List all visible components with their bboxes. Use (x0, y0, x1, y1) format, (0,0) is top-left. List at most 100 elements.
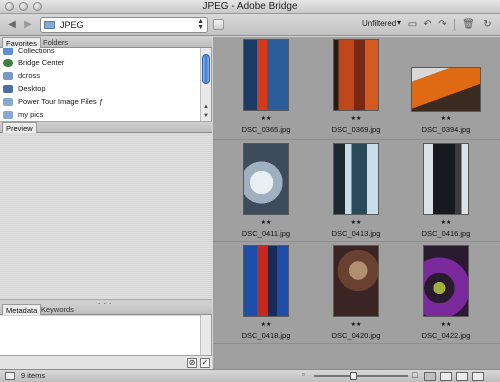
file-name[interactable]: DSC_0365.jpg (221, 125, 311, 134)
parent-folder-button[interactable] (213, 19, 224, 30)
favorite-label: Power Tour Image Files ƒ (18, 97, 103, 106)
file-name[interactable]: DSC_0394.jpg (401, 125, 491, 134)
favorite-item-my-pics[interactable]: my pics (0, 109, 201, 121)
refresh-icon[interactable]: ↻ (481, 18, 494, 31)
slider-knob[interactable] (350, 372, 357, 380)
favorite-item-power-tour[interactable]: Power Tour Image Files ƒ (0, 96, 201, 108)
star-rating[interactable]: ★★ (221, 321, 311, 328)
tab-preview[interactable]: Preview (2, 122, 37, 133)
zoom-in-icon[interactable]: □ (412, 370, 417, 380)
bridge-center-icon (3, 59, 13, 67)
thumbnail-item[interactable]: ★★ DSC_0420.jpg (311, 245, 401, 345)
thumbnail-image[interactable] (243, 143, 289, 215)
scroll-down-icon[interactable]: ▼ (201, 112, 211, 121)
file-name[interactable]: DSC_0418.jpg (221, 331, 311, 340)
preview-tabs: Preview (0, 122, 212, 133)
tab-metadata[interactable]: Metadata (2, 304, 42, 315)
star-rating[interactable]: ★★ (221, 219, 311, 226)
preview-panel (0, 133, 212, 303)
zoom-out-icon[interactable]: ▫ (302, 370, 305, 379)
chevron-down-icon[interactable]: ▾ (397, 18, 401, 27)
toolbar-divider (454, 19, 455, 31)
thumbnail-image[interactable] (333, 143, 379, 215)
star-rating[interactable]: ★★ (401, 321, 491, 328)
star-rating[interactable]: ★★ (221, 115, 311, 122)
folder-icon (3, 98, 13, 106)
status-bar: 9 items ▫ □ (0, 369, 500, 382)
tab-favorites[interactable]: Favorites (2, 37, 41, 48)
tab-keywords[interactable]: Keywords (38, 304, 77, 315)
file-name[interactable]: DSC_0411.jpg (221, 229, 311, 238)
thumbnail-image[interactable] (243, 39, 289, 111)
filmstrip-view-icon[interactable] (472, 372, 484, 381)
trash-icon[interactable]: 🗑 (462, 18, 475, 31)
star-rating[interactable]: ★★ (311, 321, 401, 328)
favorites-folders-tabs: Favorites Folders (0, 37, 212, 48)
thumbnail-item[interactable]: ★★ DSC_0413.jpg (311, 143, 401, 243)
thumbnail-item[interactable]: ★★ DSC_0416.jpg (401, 143, 491, 243)
new-folder-icon[interactable]: ▭ (406, 18, 419, 31)
favorites-list: Collections Bridge Center dcross Desktop… (0, 48, 201, 121)
forward-arrow-icon[interactable]: ▶ (22, 18, 34, 31)
favorite-item-collections[interactable]: Collections (0, 48, 201, 57)
scroll-thumb[interactable] (202, 54, 210, 84)
thumbnail-item[interactable]: ★★ DSC_0422.jpg (401, 245, 491, 345)
favorite-badge: ƒ (98, 97, 103, 106)
metadata-scrollbar[interactable] (200, 315, 211, 355)
thumbnail-image[interactable] (333, 245, 379, 317)
rotate-left-icon[interactable]: ↶ (421, 18, 434, 31)
filter-menu[interactable]: Unfiltered (362, 19, 396, 28)
star-rating[interactable]: ★★ (401, 219, 491, 226)
metadata-keywords-tabs: Metadata Keywords (0, 304, 212, 315)
left-panel: Favorites Folders Collections Bridge Cen… (0, 37, 212, 369)
panel-toggle-icon[interactable] (5, 372, 15, 380)
cancel-icon[interactable]: ⊘ (187, 358, 197, 368)
back-arrow-icon[interactable]: ◀ (6, 18, 18, 31)
star-rating[interactable]: ★★ (311, 115, 401, 122)
collections-icon (3, 48, 13, 55)
thumbnail-item[interactable]: ★★ DSC_0365.jpg (221, 39, 311, 139)
details-view-icon[interactable] (440, 372, 452, 381)
home-folder-icon (3, 72, 13, 80)
thumbnail-image[interactable] (423, 245, 469, 317)
thumbnail-image[interactable] (333, 39, 379, 111)
file-name[interactable]: DSC_0369.jpg (311, 125, 401, 134)
row-divider (213, 139, 500, 140)
tab-folders[interactable]: Folders (40, 37, 71, 48)
thumbnail-item[interactable]: ★★ DSC_0394.jpg (401, 39, 491, 139)
path-dropdown[interactable]: JPEG ▲ ▼ (40, 17, 208, 33)
thumbnail-size-slider[interactable] (314, 375, 408, 377)
metadata-panel (0, 316, 201, 355)
favorite-item-desktop[interactable]: Desktop (0, 83, 201, 95)
file-name[interactable]: DSC_0413.jpg (311, 229, 401, 238)
thumbnail-item[interactable]: ★★ DSC_0369.jpg (311, 39, 401, 139)
window-title: JPEG - Adobe Bridge (202, 1, 298, 12)
file-name[interactable]: DSC_0422.jpg (401, 331, 491, 340)
file-name[interactable]: DSC_0416.jpg (401, 229, 491, 238)
grid-view-icon[interactable] (424, 372, 436, 381)
title-bar: JPEG - Adobe Bridge (0, 0, 500, 14)
folder-icon (3, 111, 13, 119)
favorite-item-dcross[interactable]: dcross (0, 70, 201, 82)
thumbnail-image[interactable] (423, 143, 469, 215)
metadata-footer: ⊘ ✓ (0, 355, 212, 369)
desktop-icon (3, 85, 13, 93)
thumbnail-item[interactable]: ★★ DSC_0418.jpg (221, 245, 311, 345)
star-rating[interactable]: ★★ (401, 115, 491, 122)
scroll-up-icon[interactable]: ▲ (201, 103, 211, 112)
thumbnail-item[interactable]: ★★ DSC_0411.jpg (221, 143, 311, 243)
path-label: JPEG (60, 20, 84, 30)
list-view-icon[interactable] (456, 372, 468, 381)
star-rating[interactable]: ★★ (311, 219, 401, 226)
folder-icon (44, 21, 55, 29)
favorite-item-bridge-center[interactable]: Bridge Center (0, 57, 201, 69)
file-name[interactable]: DSC_0420.jpg (311, 331, 401, 340)
thumbnail-image[interactable] (411, 67, 481, 112)
thumbnail-image[interactable] (243, 245, 289, 317)
favorites-scrollbar[interactable]: ▲ ▼ (200, 48, 211, 121)
rotate-right-icon[interactable]: ↷ (436, 18, 449, 31)
dropdown-arrows-icon: ▲ ▼ (197, 18, 204, 31)
item-count: 9 items (21, 371, 46, 380)
toolbar: ◀ ▶ JPEG ▲ ▼ Unfiltered ▾ ▭ ↶ ↷ 🗑 ↻ (0, 14, 500, 36)
apply-check-icon[interactable]: ✓ (200, 358, 210, 368)
